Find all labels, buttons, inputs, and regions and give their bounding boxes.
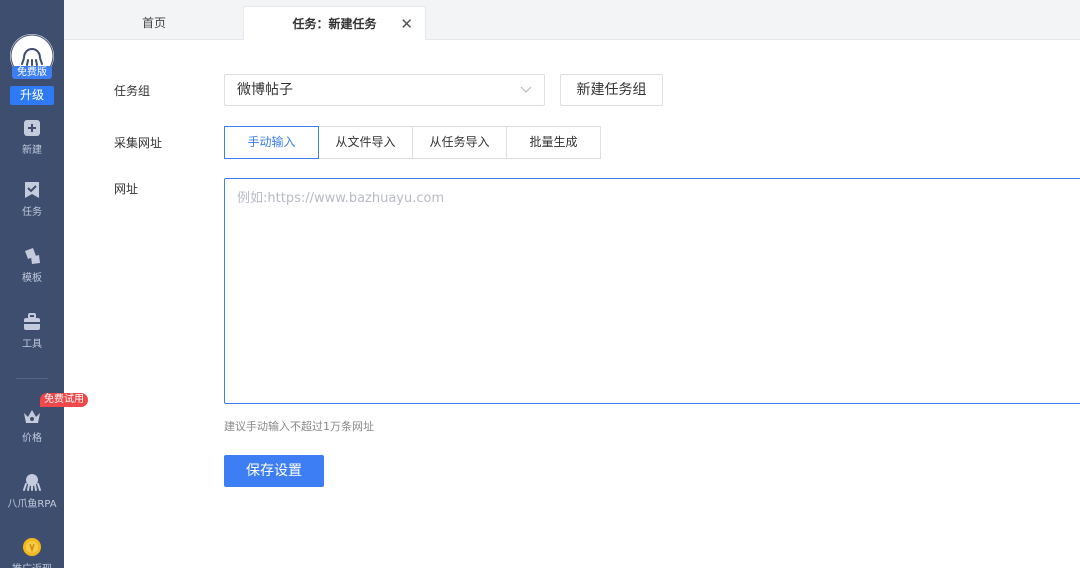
upgrade-button[interactable]: 升级: [10, 86, 54, 105]
sidebar: 免费版 升级 新建 任务 模板 工具 免费试用 价格 八爪鱼RPA: [0, 0, 88, 568]
plan-badge: 免费版: [12, 66, 52, 79]
mode-batch-generate[interactable]: 批量生成: [506, 126, 601, 159]
chevron-down-icon: [520, 86, 532, 93]
task-group-select[interactable]: 微博帖子: [224, 74, 545, 106]
sidebar-item-label: 模板: [22, 273, 42, 284]
tab-new-task[interactable]: 任务：新建任务 ✕: [243, 6, 426, 40]
sidebar-item-label: 推广返现: [0, 560, 64, 568]
sidebar-item-label: 八爪鱼RPA: [7, 499, 57, 510]
sidebar-item-tools[interactable]: 工具: [0, 312, 64, 350]
tab-title: 任务：新建任务: [292, 17, 377, 31]
new-task-group-button[interactable]: 新建任务组: [560, 74, 663, 106]
sidebar-item-tasks[interactable]: 任务: [0, 180, 64, 218]
tab-bar: 首页 任务：新建任务 ✕: [64, 0, 1080, 40]
mode-import-task[interactable]: 从任务导入: [412, 126, 507, 159]
save-settings-button[interactable]: 保存设置: [224, 455, 324, 487]
toolbox-icon: [24, 313, 40, 330]
collect-url-label: 采集网址: [114, 136, 163, 150]
sidebar-item-label: 任务: [22, 207, 42, 218]
mode-import-file[interactable]: 从文件导入: [318, 126, 413, 159]
sidebar-item-pricing[interactable]: 价格: [0, 406, 64, 444]
task-check-icon: [25, 182, 39, 198]
trial-badge: 免费试用: [40, 393, 88, 407]
sidebar-item-rpa[interactable]: 八爪鱼RPA: [0, 472, 64, 510]
tab-home[interactable]: 首页: [100, 6, 208, 40]
coin-icon: [23, 538, 41, 556]
close-icon[interactable]: ✕: [400, 7, 413, 41]
sidebar-item-new[interactable]: 新建: [0, 118, 64, 156]
template-icon: [25, 248, 40, 264]
plus-square-icon: [24, 120, 40, 136]
task-group-label: 任务组: [114, 84, 151, 98]
task-group-value: 微博帖子: [237, 82, 293, 98]
app-window: 免费版 升级 新建 任务 模板 工具 免费试用 价格 八爪鱼RPA 首页 任务：…: [0, 0, 1080, 568]
sidebar-item-label: 新建: [22, 145, 42, 156]
octopus-icon: [23, 474, 41, 491]
sidebar-divider: [16, 378, 48, 379]
sidebar-item-referral[interactable]: 推广返现: [0, 537, 64, 568]
url-label: 网址: [114, 182, 139, 196]
sidebar-item-templates[interactable]: 模板: [0, 246, 64, 284]
sidebar-item-label: 价格: [22, 433, 42, 444]
sidebar-item-label: 工具: [22, 339, 42, 350]
crown-icon: [24, 410, 40, 423]
mode-manual-input[interactable]: 手动输入: [224, 126, 319, 159]
url-hint: 建议手动输入不超过1万条网址: [224, 420, 374, 433]
url-textarea[interactable]: [224, 178, 1080, 404]
